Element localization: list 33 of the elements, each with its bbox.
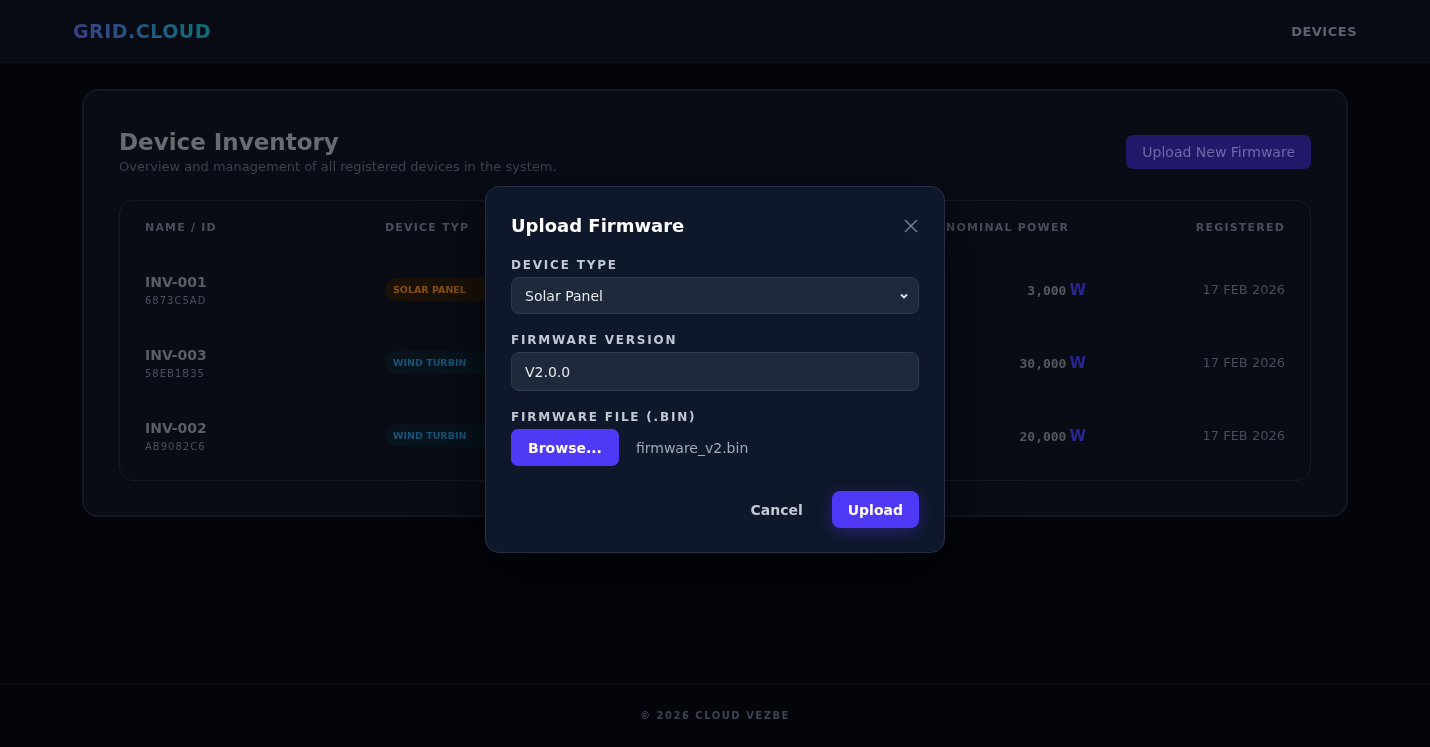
dialog-title: Upload Firmware [511,215,685,236]
column-header: NAME / ID [145,220,218,234]
column-header: DEVICE TYP [385,220,471,234]
device-name: INV-001 [145,273,208,290]
file-name: firmware_v2.bin [635,439,749,456]
power-value: 30,000 W [1018,353,1086,372]
power-value: 3,000 W [1026,280,1086,299]
cancel-button[interactable]: Cancel [750,501,803,518]
device-type-tag: WIND TURBIN [385,424,486,447]
field-label: FIRMWARE VERSION [511,333,679,347]
device-type-tag: SOLAR PANEL [385,278,486,301]
device-name: INV-002 [145,419,208,436]
registered-date: 17 FEB 2026 [1201,428,1285,443]
upload-button[interactable]: Upload [831,491,919,528]
copyright-text: © 2026 CLOUD VEZBE [640,710,790,721]
device-type-tag: WIND TURBIN [385,351,486,374]
device-id: AB9082C6 [145,440,207,452]
device-id: 58EB1B35 [145,367,206,379]
device-id: 6873C5AD [145,294,208,306]
field-label: FIRMWARE FILE (.BIN) [511,410,698,424]
page-title: Device Inventory [119,129,340,155]
page-subtitle: Overview and management of all registered devices in the system. [119,159,557,174]
firmware-version-input[interactable]: V2.0.0 [511,352,919,391]
close-icon[interactable] [903,217,919,234]
device-name: INV-003 [145,346,208,363]
field-label: DEVICE TYPE [511,258,619,272]
device-type-select[interactable]: Solar Panel [511,277,919,314]
registered-date: 17 FEB 2026 [1201,282,1285,297]
power-value: 20,000 W [1018,426,1086,445]
column-header: REGISTERED [1194,220,1285,234]
registered-date: 17 FEB 2026 [1201,355,1285,370]
column-header: NOMINAL POWER [946,220,1071,234]
browse-button[interactable]: Browse... [511,429,619,466]
